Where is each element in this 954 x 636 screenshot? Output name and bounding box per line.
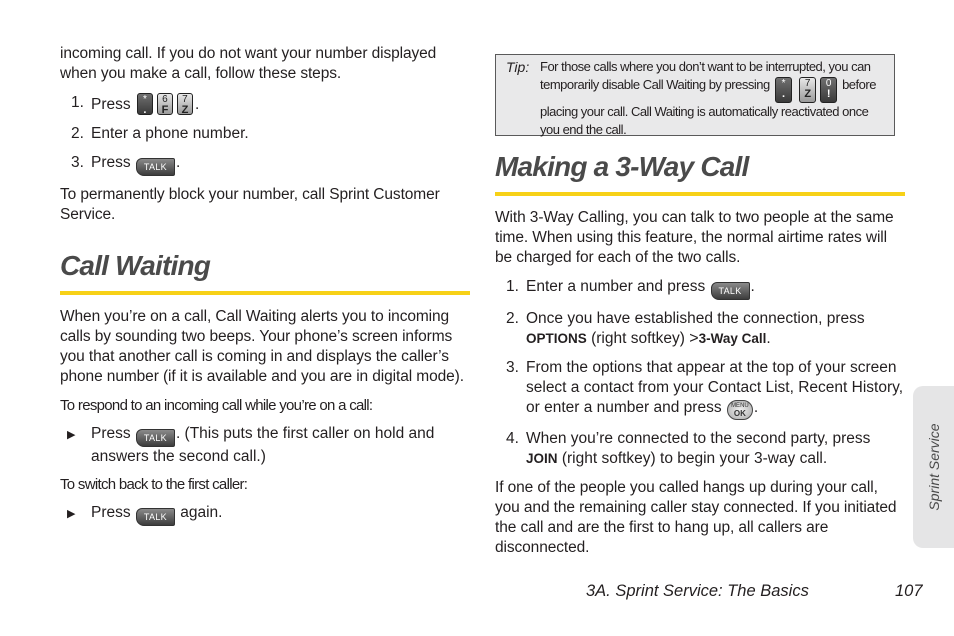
three-way-steps: 1. Enter a number and press TALK. 2. Onc…	[495, 277, 905, 469]
options-softkey-label: OPTIONS	[526, 331, 587, 346]
switch-label: To switch back to the first caller:	[60, 476, 248, 493]
three-way-intro: With 3-Way Calling, you can talk to two …	[495, 209, 894, 266]
step-text: Enter a phone number.	[91, 125, 249, 142]
bullet-item: ▶ Press TALK. (This puts the first calle…	[60, 424, 470, 467]
step-item: 3. From the options that appear at the t…	[506, 359, 904, 420]
step-item: 3. Press TALK.	[60, 153, 470, 176]
three-way-outro: If one of the people you called hangs up…	[495, 479, 897, 556]
page-number: 107	[895, 582, 923, 600]
step-text: Press	[91, 96, 131, 113]
right-column: Tip: For those calls where you don’t wan…	[495, 54, 905, 558]
three-way-heading: Making a 3-Way Call	[495, 150, 905, 196]
talk-key-icon: TALK	[710, 282, 750, 300]
tip-label: Tip:	[506, 59, 530, 75]
left-column: incoming call. If you do not want your n…	[60, 44, 470, 534]
step-number: 3.	[506, 359, 519, 376]
respond-label: To respond to an incoming call while you…	[60, 397, 373, 414]
step-number: 1.	[506, 278, 519, 295]
menu-separator: >	[689, 330, 699, 347]
block-note: To permanently block your number, call S…	[60, 186, 440, 223]
six-key-icon: 6F	[156, 93, 173, 116]
bullet-arrow-icon: ▶	[67, 508, 76, 520]
block-number-steps: 1. Press *. 6 F 7 Z. 2. Enter a phone number…	[60, 93, 470, 176]
star-key-icon: *.	[136, 93, 153, 116]
step-number: 4.	[506, 430, 519, 447]
intro-paragraph: incoming call. If you do not want your n…	[60, 45, 437, 82]
step-number: 2.	[71, 125, 84, 142]
step-number: 3.	[71, 154, 84, 171]
step-item: 2. Enter a phone number.	[60, 124, 470, 144]
step-item: 4. When you’re connected to the second p…	[506, 430, 871, 467]
step-text: Press	[91, 154, 131, 171]
switch-bullets: ▶ Press TALK again.	[60, 503, 470, 526]
step-number: 1.	[71, 94, 84, 111]
tip-box: Tip: For those calls where you don’t wan…	[495, 54, 895, 137]
join-softkey-label: JOIN	[526, 451, 558, 466]
step-item: 1. Press *. 6 F 7 Z.	[71, 93, 200, 116]
tip-body: For those calls where you don’t want to …	[540, 59, 876, 137]
call-waiting-body: When you’re on a call, Call Waiting aler…	[60, 308, 464, 385]
bullet-item: ▶ Press TALK again.	[60, 503, 470, 526]
footer-section-title: 3A. Sprint Service: The Basics	[586, 582, 809, 600]
talk-key-icon: TALK	[135, 158, 175, 176]
step-number: 2.	[506, 310, 519, 327]
star-key-icon: *.	[774, 77, 792, 103]
seven-key-icon: 7Z	[176, 93, 193, 116]
bullet-arrow-icon: ▶	[67, 429, 76, 441]
section-side-tab: Sprint Service	[913, 386, 954, 548]
menu-ok-key-icon: MENU OK	[726, 400, 753, 420]
step-item: 2. Once you have established the connect…	[506, 310, 865, 347]
three-way-call-option: 3-Way Call	[698, 331, 767, 346]
step-item: 1. Enter a number and press TALK.	[495, 277, 905, 300]
talk-key-icon: TALK	[135, 429, 175, 447]
seven-key-icon: 7Z	[798, 77, 816, 103]
talk-key-icon: TALK	[135, 508, 175, 526]
side-tab-label: Sprint Service	[925, 423, 942, 511]
call-waiting-heading: Call Waiting	[60, 249, 470, 295]
zero-key-icon: 0!	[819, 77, 837, 103]
respond-bullets: ▶ Press TALK. (This puts the first calle…	[60, 424, 470, 467]
